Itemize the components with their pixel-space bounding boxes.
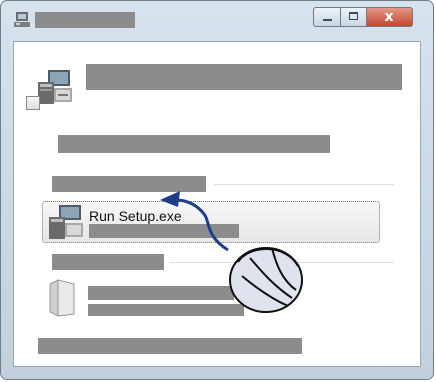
- folder-icon: [49, 279, 75, 317]
- computer-setup-icon: [38, 70, 72, 104]
- computer-setup-icon: [49, 205, 83, 239]
- section-header-redacted: [52, 176, 206, 192]
- window-title-redacted: [35, 12, 135, 28]
- section-header-redacted: [52, 254, 164, 270]
- close-icon: x: [384, 9, 394, 25]
- checkbox-label-redacted: [58, 135, 330, 153]
- footer-link-redacted: [38, 338, 302, 354]
- publisher-redacted: [89, 224, 239, 238]
- maximize-button[interactable]: [341, 7, 367, 27]
- close-button[interactable]: x: [367, 7, 413, 27]
- folder-option-subtitle-redacted: [88, 304, 244, 316]
- always-do-this-checkbox[interactable]: [26, 96, 40, 110]
- minimize-icon: [323, 19, 332, 21]
- title-bar[interactable]: x: [1, 1, 433, 41]
- section-divider: [170, 262, 394, 263]
- section-divider: [214, 184, 394, 185]
- heading-redacted: [86, 64, 402, 90]
- run-setup-label: Run Setup.exe: [89, 208, 182, 224]
- application-icon: [14, 12, 30, 27]
- run-setup-option[interactable]: Run Setup.exe: [42, 201, 380, 243]
- folder-option-title-redacted: [88, 286, 234, 300]
- minimize-button[interactable]: [313, 7, 341, 27]
- maximize-icon: [349, 12, 358, 20]
